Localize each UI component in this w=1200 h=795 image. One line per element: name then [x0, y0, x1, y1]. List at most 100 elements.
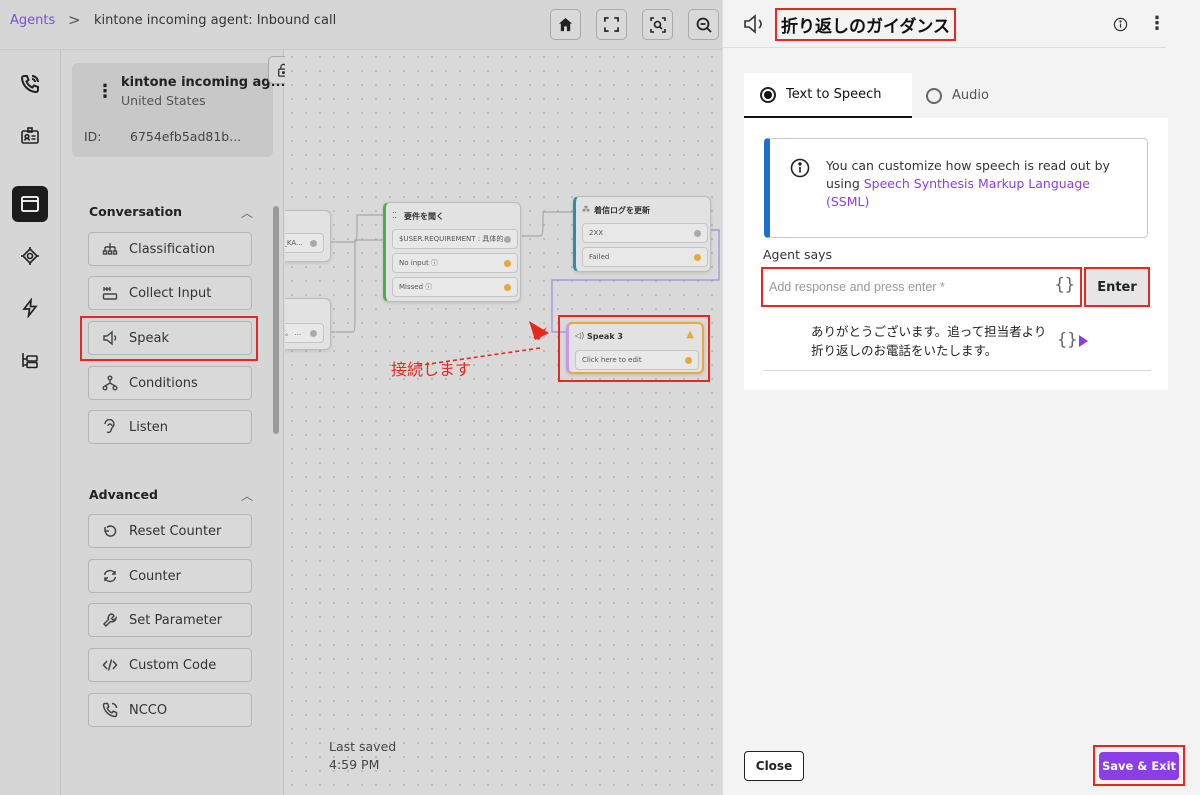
rail-contacts[interactable] [12, 118, 48, 154]
collect-input-icon [101, 285, 119, 301]
conversation-section-title: Conversation [89, 204, 183, 219]
fit-view-button[interactable] [596, 9, 627, 40]
zoom-out-button[interactable] [688, 9, 719, 40]
agent-card: ⋮ kintone incoming ag... United States I… [72, 63, 285, 157]
left-nav-rail [0, 50, 61, 795]
chevron-up-icon[interactable]: ︿ [241, 204, 253, 221]
palette-item-label: NCCO [129, 702, 168, 718]
save-exit-highlight: Save & Exit [1093, 745, 1185, 786]
node-output-row[interactable]: E_KA... [285, 233, 324, 253]
node-output-row[interactable]: $USER.REQUIREMENT : 具体的... [392, 229, 518, 249]
focus-icon [649, 16, 666, 33]
node-output-row[interactable]: 2XX [582, 223, 708, 243]
phone-icon [101, 702, 119, 718]
response-input[interactable] [769, 273, 1054, 301]
info-icon[interactable] [1113, 17, 1128, 32]
wrench-icon [101, 612, 119, 628]
listen-icon [101, 419, 119, 435]
rail-integrations[interactable] [12, 238, 48, 274]
ssml-link[interactable]: Speech Synthesis Markup Language (SSML) [826, 176, 1090, 209]
palette-item-listen[interactable]: Listen [88, 410, 252, 444]
palette-item-label: Reset Counter [129, 523, 222, 539]
node-title: 要件を聞く [404, 212, 444, 221]
tab-text-to-speech[interactable]: Text to Speech [744, 73, 912, 118]
play-icon[interactable] [1078, 334, 1089, 348]
response-input-wrapper: {} [761, 267, 1082, 307]
palette-item-set-parameter[interactable]: Set Parameter [88, 603, 252, 637]
notice-text: You can customize how speech is read out… [826, 158, 1110, 209]
saved-response-text[interactable]: ありがとうございます。追って担当者より折り返しのお電話をいたします。 [811, 322, 1051, 360]
agent-says-label: Agent says [763, 247, 833, 262]
node-palette: ⋮ kintone incoming ag... United States I… [61, 50, 298, 795]
node-title: 着信ログを更新 [594, 206, 650, 215]
rail-calls[interactable] [12, 66, 48, 102]
tree-icon [22, 353, 38, 369]
radio-unselected-icon [926, 87, 942, 104]
agent-id-label: ID: [84, 129, 102, 144]
flow-canvas[interactable]: E_KA... す。 ... ⁚⁚ 要件を聞く $USER.REQUIREMEN… [285, 50, 722, 795]
agent-menu-icon[interactable]: ⋮ [96, 81, 114, 102]
radio-selected-icon [760, 86, 776, 103]
ssml-info-notice: You can customize how speech is read out… [764, 138, 1148, 238]
palette-scrollbar[interactable] [273, 206, 279, 434]
id-card-icon [21, 127, 39, 144]
palette-item-counter[interactable]: Counter [88, 559, 252, 593]
palette-item-collect-input[interactable]: Collect Input [88, 276, 252, 310]
speak-highlight-box [80, 316, 258, 361]
palette-item-label: Custom Code [129, 657, 217, 673]
palette-item-ncco[interactable]: NCCO [88, 693, 252, 727]
speech-type-tabs: Text to Speech Audio [744, 73, 1168, 118]
palette-item-conditions[interactable]: Conditions [88, 366, 252, 400]
flow-node-collect-input[interactable]: ⁚⁚ 要件を聞く $USER.REQUIREMENT : 具体的... No i… [383, 202, 521, 302]
network-icon [21, 247, 39, 265]
save-exit-button[interactable]: Save & Exit [1099, 752, 1179, 780]
conditions-icon [101, 375, 119, 391]
last-saved-status: Last saved 4:59 PM [329, 738, 396, 774]
palette-item-reset-counter[interactable]: Reset Counter [88, 514, 252, 548]
info-icon [790, 158, 810, 178]
palette-item-label: Counter [129, 568, 181, 584]
palette-item-label: Listen [129, 419, 168, 435]
more-options-icon[interactable]: ⋮ [1148, 13, 1166, 34]
rail-tree[interactable] [12, 342, 48, 378]
advanced-section-title: Advanced [89, 487, 158, 502]
top-bar: Agents > kintone incoming agent: Inbound… [0, 0, 722, 50]
node-title: Speak 3 [587, 332, 623, 341]
collect-input-icon: ⁚⁚ [392, 211, 398, 220]
enter-button[interactable]: Enter [1084, 267, 1150, 307]
panel-title[interactable]: 折り返しのガイダンス [775, 8, 956, 41]
tab-audio[interactable]: Audio [926, 73, 1046, 118]
breadcrumb-agents-link[interactable]: Agents [10, 13, 55, 28]
speak-node-editor-panel: 折り返しのガイダンス ⋮ Text to Speech Audio You ca… [722, 0, 1200, 795]
node-output-row[interactable]: す。 ... [285, 323, 324, 343]
rail-flows[interactable] [12, 186, 48, 222]
flow-node-partial[interactable]: す。 ... [285, 298, 331, 350]
variable-braces-icon[interactable]: {} [1057, 330, 1077, 350]
palette-item-label: Conditions [129, 375, 198, 391]
palette-item-classification[interactable]: Classification [88, 232, 252, 266]
integration-icon: ⁂ [582, 205, 590, 214]
node-output-row[interactable]: Click here to edit [575, 350, 699, 370]
reset-icon [101, 523, 119, 539]
flow-node-partial[interactable]: E_KA... [285, 210, 331, 262]
last-saved-label: Last saved [329, 739, 397, 754]
classification-icon [101, 241, 119, 257]
close-button[interactable]: Close [744, 751, 804, 781]
variable-braces-icon[interactable]: {} [1055, 275, 1075, 295]
expand-icon [604, 17, 619, 32]
chevron-up-icon[interactable]: ︿ [241, 487, 253, 504]
flow-node-update-log[interactable]: ⁂ 着信ログを更新 2XX Failed [573, 196, 711, 272]
breadcrumb-current-page: kintone incoming agent: Inbound call [94, 13, 337, 28]
palette-item-custom-code[interactable]: Custom Code [88, 648, 252, 682]
node-output-row[interactable]: Failed [582, 247, 708, 267]
speaker-icon: ◁) [575, 331, 585, 340]
focus-button[interactable] [642, 9, 673, 40]
node-output-row[interactable]: Missed ⓘ [392, 277, 518, 297]
home-button[interactable] [550, 9, 581, 40]
palette-item-label: Classification [129, 241, 216, 257]
flow-node-speak[interactable]: ◁) Speak 3 ▲ Click here to edit [566, 322, 704, 374]
node-output-row[interactable]: No input ⓘ [392, 253, 518, 273]
rail-events[interactable] [12, 290, 48, 326]
response-divider [763, 370, 1151, 371]
palette-item-label: Collect Input [129, 285, 212, 301]
